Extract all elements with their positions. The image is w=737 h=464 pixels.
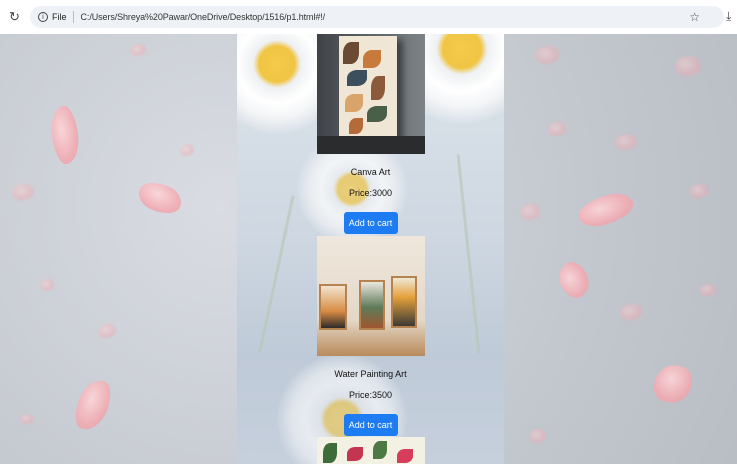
art-frame	[390, 276, 417, 328]
petal-decoration	[552, 257, 596, 303]
browser-toolbar: ↻ i File C:/Users/Shreya%20Pawar/OneDriv…	[0, 0, 737, 34]
petal-decoration	[700, 284, 716, 296]
product-image	[316, 437, 425, 464]
petal-decoration	[48, 104, 82, 166]
product-price: Price:3500	[348, 390, 393, 400]
petal-decoration	[647, 357, 699, 411]
petal-decoration	[130, 44, 146, 56]
art-frame	[358, 280, 385, 330]
product-price: Price:3000	[348, 188, 393, 198]
star-icon[interactable]: ☆	[689, 10, 700, 24]
product-card: Canva Art Price:3000 Add to cart	[237, 34, 504, 234]
download-icon[interactable]: ⤓	[726, 9, 731, 23]
petal-decoration	[20, 414, 34, 424]
reload-icon[interactable]: ↻	[9, 10, 23, 24]
petal-decoration	[535, 46, 559, 64]
petal-decoration	[70, 375, 116, 435]
address-bar[interactable]: i File C:/Users/Shreya%20Pawar/OneDrive/…	[30, 6, 724, 28]
file-label: File	[52, 12, 67, 22]
product-card	[237, 437, 504, 464]
petal-decoration	[548, 122, 566, 136]
petal-decoration	[615, 134, 637, 150]
url-divider	[72, 11, 74, 23]
floor-shadow	[316, 136, 425, 154]
petal-decoration	[98, 324, 116, 338]
product-image	[316, 34, 425, 154]
petal-decoration	[134, 176, 186, 220]
product-name: Canva Art	[350, 167, 391, 177]
petal-decoration	[620, 304, 642, 320]
url-text[interactable]: C:/Users/Shreya%20Pawar/OneDrive/Desktop…	[81, 12, 326, 22]
petal-decoration	[530, 429, 546, 443]
petal-decoration	[40, 279, 54, 291]
product-list-panel: Canva Art Price:3000 Add to cart Water P…	[237, 34, 504, 464]
petal-decoration	[12, 184, 34, 200]
product-name: Water Painting Art	[334, 369, 407, 379]
info-icon[interactable]: i	[38, 12, 48, 22]
add-to-cart-button[interactable]: Add to cart	[343, 212, 398, 234]
petal-decoration	[180, 144, 194, 156]
page-viewport: Canva Art Price:3000 Add to cart Water P…	[0, 34, 737, 464]
product-image	[316, 236, 425, 356]
petal-decoration	[575, 189, 637, 231]
art-frame	[318, 284, 347, 330]
add-to-cart-button[interactable]: Add to cart	[343, 414, 398, 436]
product-card: Water Painting Art Price:3500 Add to car…	[237, 236, 504, 436]
petal-decoration	[675, 56, 701, 76]
petal-decoration	[690, 184, 708, 198]
petal-decoration	[520, 204, 540, 220]
canvas-board	[338, 36, 397, 140]
